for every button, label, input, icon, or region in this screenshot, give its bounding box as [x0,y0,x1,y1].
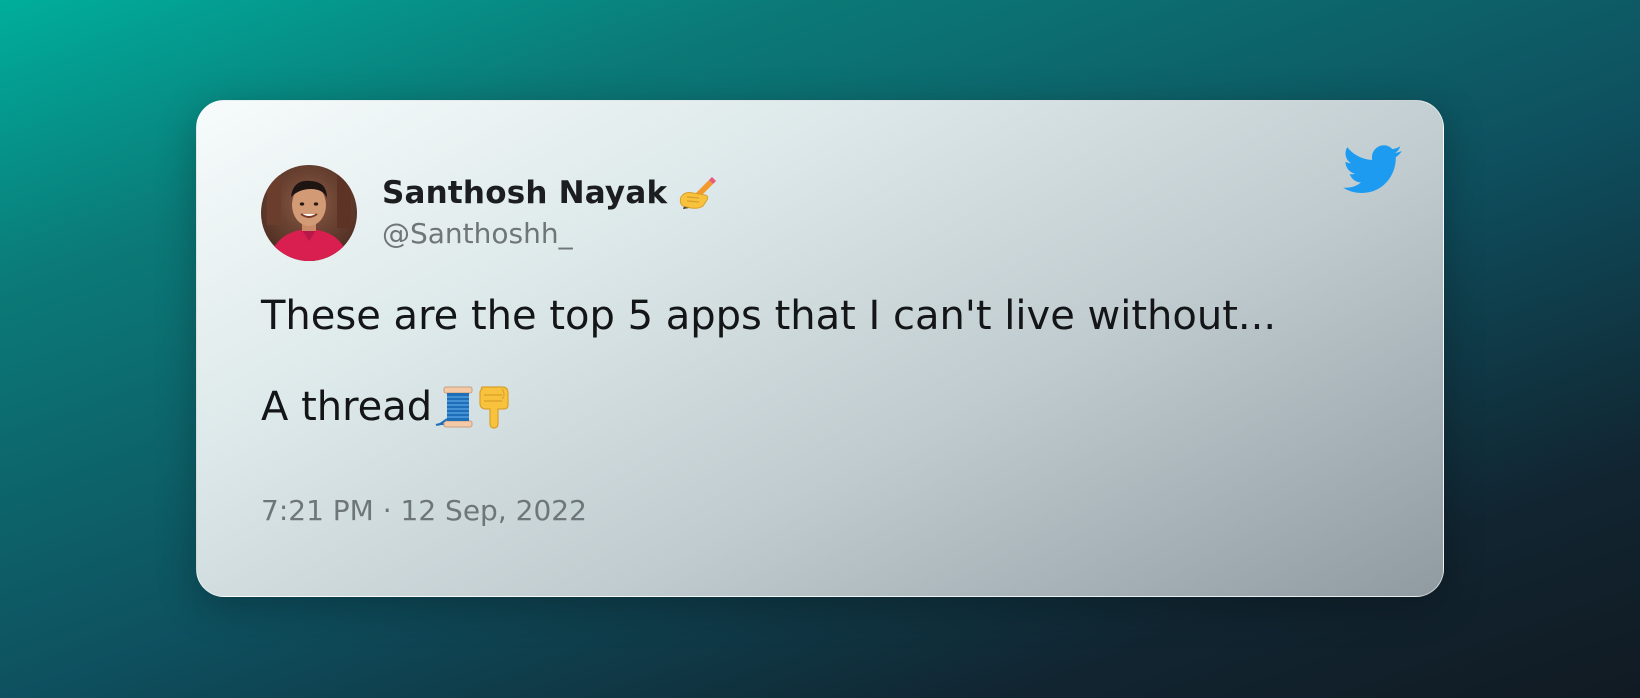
tweet-text-line-2: A thread [261,384,512,430]
profile-photo-icon [261,165,357,261]
avatar[interactable] [261,165,357,261]
spool-of-thread-emoji-icon [435,386,473,428]
author-handle[interactable]: @Santhoshh_ [382,217,573,250]
twitter-bird-icon[interactable] [1343,145,1403,195]
author-name-row: Santhosh Nayak [382,173,719,213]
tweet-emojis [434,385,512,429]
author-display-name[interactable]: Santhosh Nayak [382,175,667,211]
backhand-index-pointing-down-emoji-icon [479,386,509,429]
tweet-timestamp[interactable]: 7:21 PM · 12 Sep, 2022 [261,494,587,527]
tweet-text-line-1: These are the top 5 apps that I can't li… [261,293,1277,339]
tweet-card: Santhosh Nayak @Santhoshh_ These are the… [196,100,1444,597]
writing-hand-emoji-icon [679,173,719,213]
tweet-text-thread: A thread [261,384,433,430]
